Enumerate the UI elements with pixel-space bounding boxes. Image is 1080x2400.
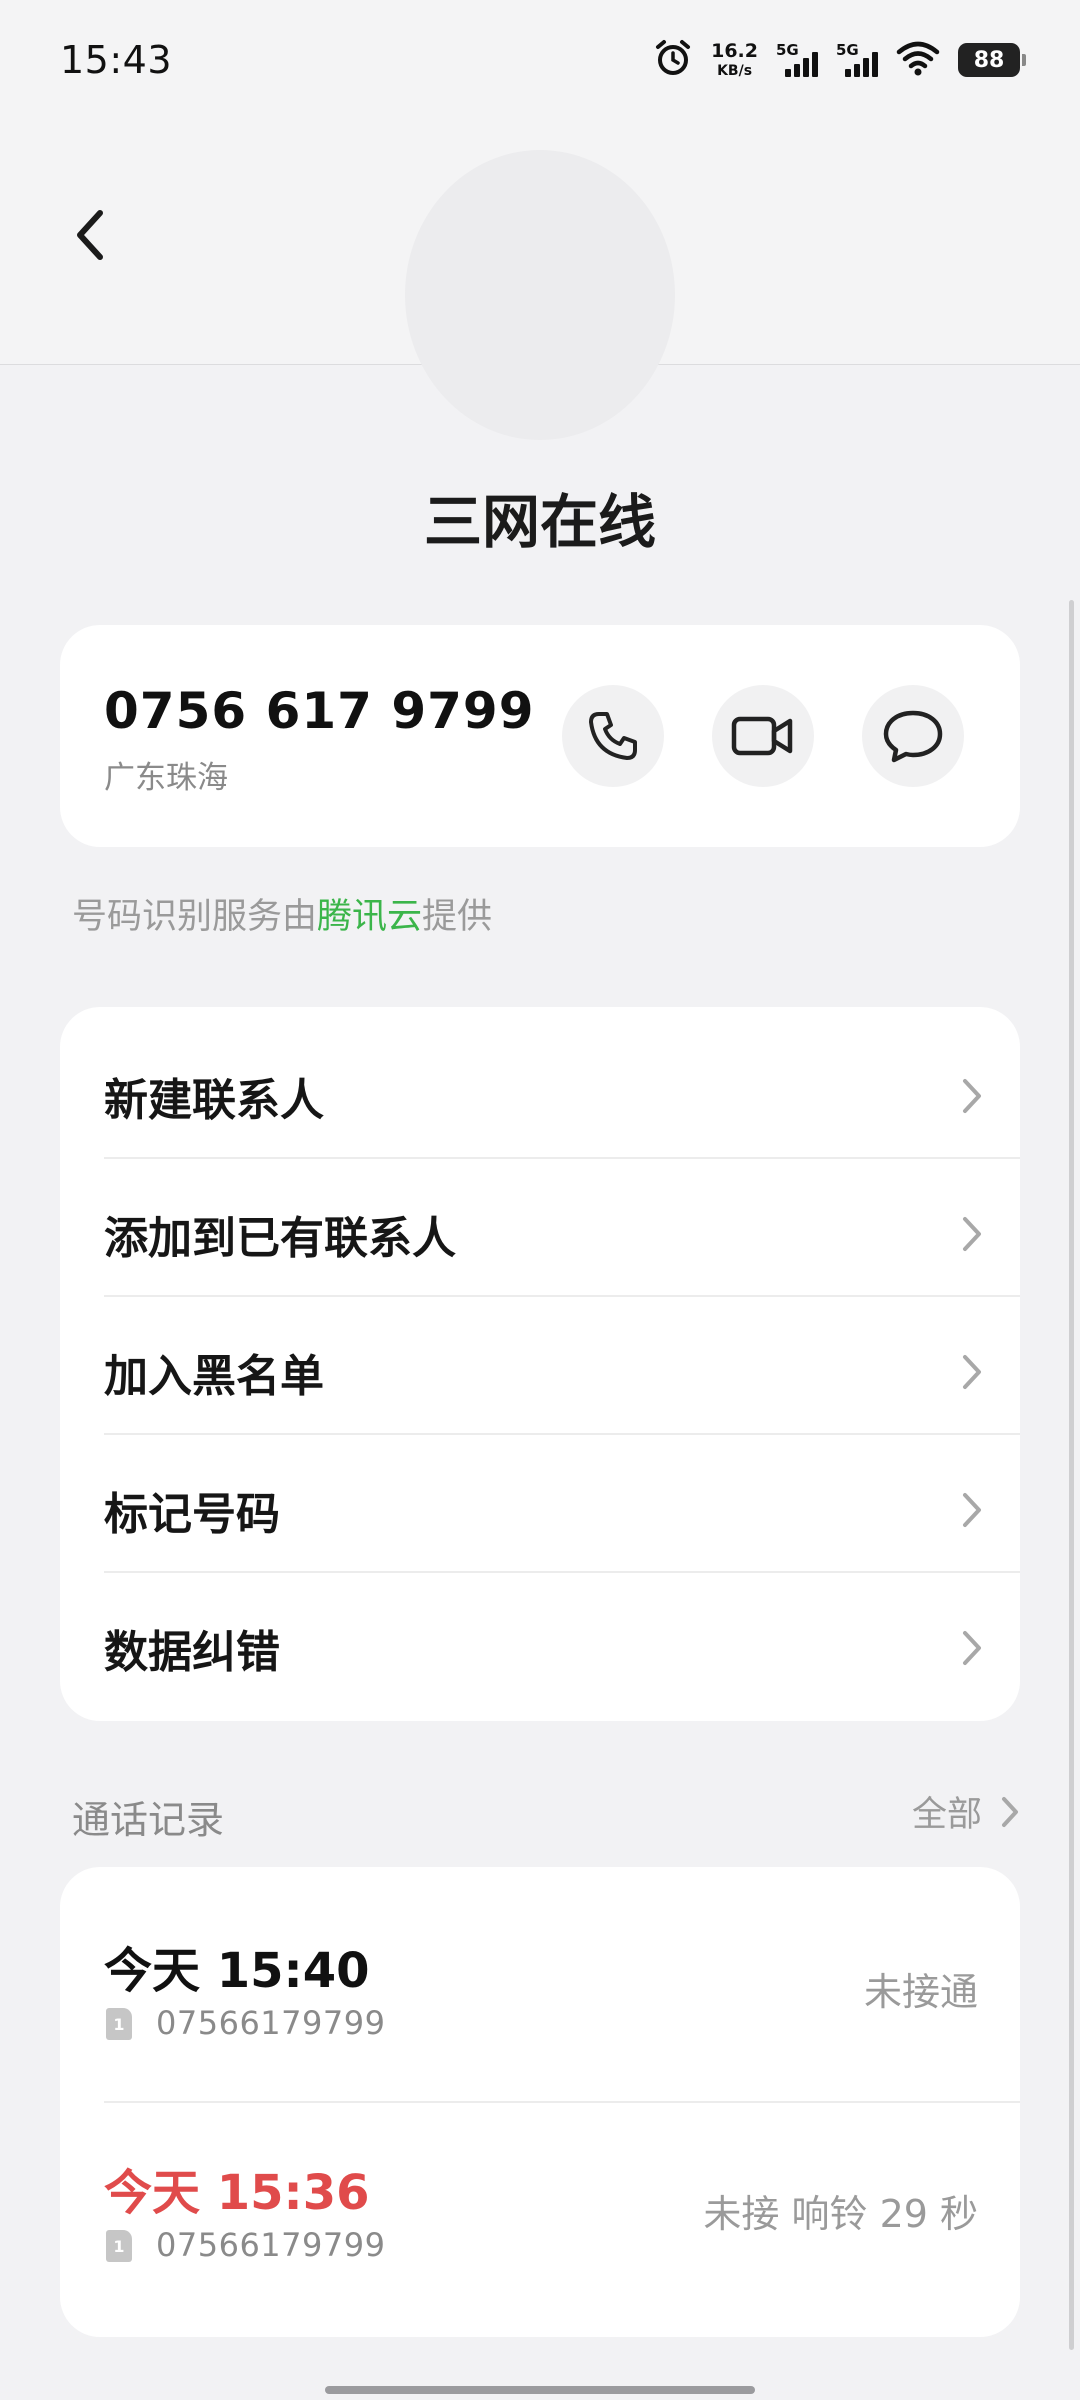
menu-item-data-correction[interactable]: 数据纠错 (60, 1579, 1020, 1717)
home-indicator[interactable] (325, 2386, 755, 2394)
sim-card-icon: 1 (106, 2008, 132, 2040)
call-time: 今天 15:36 (104, 2165, 370, 2221)
call-number: 07566179799 (156, 2004, 386, 2042)
status-bar: 15:43 16.2 KB/s 5G 5G 88 (0, 0, 1080, 120)
chevron-right-icon (963, 1079, 981, 1113)
sim-card-icon: 1 (106, 2230, 132, 2262)
call-status: 未接 响铃 29 秒 (703, 2192, 978, 2236)
contact-name: 三网在线 (423, 488, 656, 556)
chevron-right-icon (1002, 1796, 1018, 1827)
menu-item-add-to-existing[interactable]: 添加到已有联系人 (60, 1165, 1020, 1303)
menu-item-blacklist[interactable]: 加入黑名单 (60, 1303, 1020, 1441)
battery-icon: 88 (958, 43, 1026, 77)
call-log-entry[interactable]: 今天 15:36 1 07566179799 未接 响铃 29 秒 (60, 2089, 1020, 2311)
video-call-icon (731, 716, 793, 756)
call-button[interactable] (562, 685, 664, 787)
divider (104, 1433, 1020, 1435)
call-number: 07566179799 (156, 2226, 386, 2264)
status-icons: 16.2 KB/s 5G 5G 88 (653, 38, 1026, 82)
alarm-icon (653, 38, 693, 82)
sim2-network-label: 5G (836, 41, 859, 59)
provider-suffix: 提供 (422, 897, 493, 937)
phone-icon (589, 712, 637, 760)
signal-icon: 5G (836, 41, 878, 77)
phone-number[interactable]: 0756 617 9799 (104, 682, 535, 740)
call-log-all-link[interactable]: 全部 (912, 1786, 1020, 1837)
sim1-network-label: 5G (776, 41, 799, 59)
all-label: 全部 (911, 1795, 982, 1835)
chevron-right-icon (963, 1217, 981, 1251)
battery-level: 88 (973, 47, 1005, 73)
sim-slot: 1 (113, 2236, 125, 2256)
chevron-right-icon (963, 1631, 981, 1665)
net-speed-unit: KB/s (717, 63, 753, 79)
sim-slot: 1 (113, 2014, 125, 2034)
chevron-right-icon (963, 1355, 981, 1389)
number-location: 广东珠海 (104, 760, 228, 796)
menu-item-label: 标记号码 (104, 1489, 280, 1540)
back-arrow-icon (77, 210, 103, 260)
provider-prefix: 号码识别服务由 (72, 897, 318, 937)
number-id-provider-note: 号码识别服务由腾讯云提供 (72, 888, 492, 939)
network-speed: 16.2 KB/s (711, 40, 758, 79)
signal-icon: 5G (776, 41, 818, 77)
divider (104, 1295, 1020, 1297)
chevron-right-icon (963, 1493, 981, 1527)
message-icon (883, 710, 943, 763)
avatar (405, 150, 675, 440)
menu-item-label: 添加到已有联系人 (104, 1213, 456, 1264)
menu-item-label: 数据纠错 (104, 1627, 280, 1678)
call-log-card: 今天 15:40 1 07566179799 未接通 今天 15:36 1 07… (60, 1867, 1020, 2337)
call-log-title: 通话记录 (72, 1798, 225, 1842)
message-button[interactable] (862, 685, 964, 787)
menu-item-label: 新建联系人 (104, 1075, 324, 1126)
menu-item-mark-number[interactable]: 标记号码 (60, 1441, 1020, 1579)
status-time: 15:43 (60, 38, 173, 82)
call-status: 未接通 (863, 1970, 978, 2014)
wifi-icon (896, 40, 940, 80)
provider-brand[interactable]: 腾讯云 (317, 897, 422, 937)
menu-item-label: 加入黑名单 (104, 1351, 324, 1402)
contact-detail-page: 15:43 16.2 KB/s 5G 5G 88 三网在线 0756 617 9… (0, 0, 1080, 2400)
video-call-button[interactable] (712, 685, 814, 787)
divider (104, 1157, 1020, 1159)
actions-menu: 新建联系人 添加到已有联系人 加入黑名单 标记号码 数据纠错 (60, 1007, 1020, 1721)
scrollbar[interactable] (1069, 600, 1074, 2350)
number-card: 0756 617 9799 广东珠海 (60, 625, 1020, 847)
back-button[interactable] (60, 205, 120, 265)
net-speed-value: 16.2 (711, 40, 758, 62)
call-time: 今天 15:40 (104, 1943, 370, 1999)
divider (104, 1571, 1020, 1573)
menu-item-new-contact[interactable]: 新建联系人 (60, 1027, 1020, 1165)
call-log-entry[interactable]: 今天 15:40 1 07566179799 未接通 (60, 1867, 1020, 2089)
